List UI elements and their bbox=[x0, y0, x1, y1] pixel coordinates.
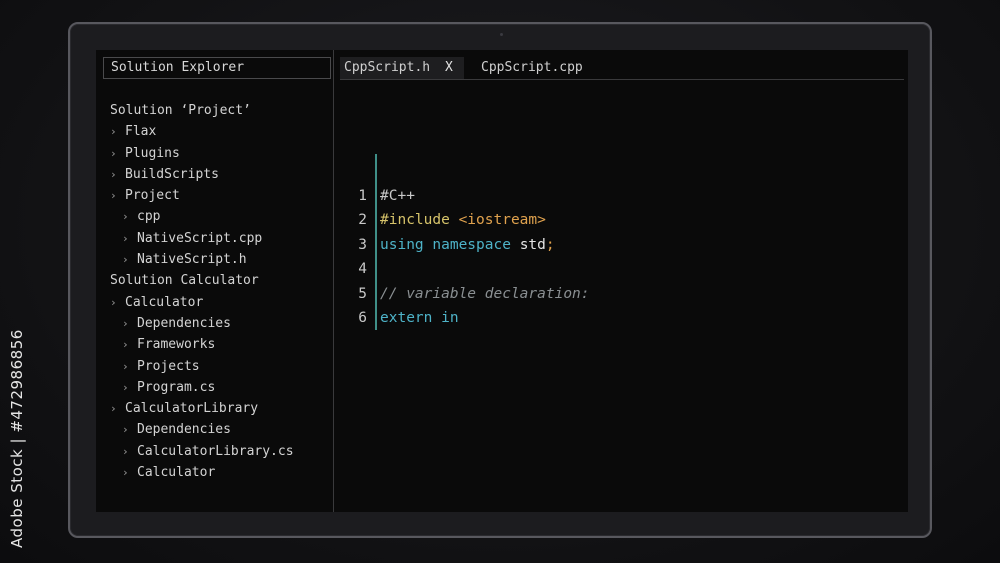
webcam-dot bbox=[500, 33, 503, 36]
chevron-right-icon[interactable]: › bbox=[122, 377, 137, 398]
code-area[interactable]: 1 #C++ 2 #include <iostream> 3 using namespac… bbox=[340, 184, 900, 330]
tree-item[interactable]: › CalculatorLibrary bbox=[110, 398, 334, 419]
tree-item-label: NativeScript.h bbox=[137, 252, 247, 268]
tree-item-label: Calculator bbox=[137, 465, 216, 481]
chevron-right-icon[interactable]: › bbox=[122, 419, 137, 440]
tree-item-label: Calculator bbox=[125, 294, 204, 310]
tab-cppscript-cpp[interactable]: CppScript.cpp bbox=[481, 57, 583, 79]
line-number: 6 bbox=[358, 309, 367, 326]
tree-item[interactable]: Solution Calculator bbox=[110, 270, 334, 291]
solution-explorer-panel: Solution Explorer Solution ‘Project’ › Fla… bbox=[96, 50, 334, 512]
line-number: 2 bbox=[358, 212, 367, 229]
code-token: #C++ bbox=[380, 188, 415, 204]
tree-item-label: Dependencies bbox=[137, 315, 231, 331]
chevron-right-icon[interactable]: › bbox=[110, 185, 125, 206]
tab-cppscript-h[interactable]: CppScript.h X bbox=[340, 57, 464, 79]
stock-id-label: Adobe Stock | #472986856 bbox=[8, 329, 26, 548]
code-text: #include <iostream> bbox=[380, 208, 546, 232]
chevron-right-icon[interactable]: › bbox=[122, 356, 137, 377]
chevron-right-icon[interactable]: › bbox=[122, 313, 137, 334]
code-token: ; bbox=[545, 236, 555, 253]
tree-item[interactable]: › Plugins bbox=[110, 143, 334, 164]
tab-bar: CppScript.h X CppScript.cpp bbox=[340, 57, 904, 80]
code-token: // variable declaration: bbox=[380, 285, 590, 302]
code-editor: CppScript.h X CppScript.cpp 1 #C++ 2 #inclu… bbox=[340, 50, 908, 512]
tree-item-label: Solution Calculator bbox=[110, 273, 259, 289]
chevron-right-icon[interactable]: › bbox=[122, 462, 137, 483]
tree-item[interactable]: › Calculator bbox=[110, 462, 334, 483]
close-tab-icon[interactable]: X bbox=[445, 57, 453, 79]
chevron-right-icon[interactable]: › bbox=[110, 398, 125, 419]
line-number: 5 bbox=[358, 285, 367, 302]
chevron-right-icon[interactable]: › bbox=[122, 249, 137, 270]
tree-item-label: CalculatorLibrary bbox=[125, 401, 259, 417]
tree-item[interactable]: › Frameworks bbox=[110, 334, 334, 355]
code-line: 6 extern in bbox=[340, 306, 900, 330]
background: Solution Explorer Solution ‘Project’ › Fla… bbox=[0, 0, 1000, 563]
solution-explorer-title: Solution Explorer bbox=[103, 57, 331, 79]
ide-window: Solution Explorer Solution ‘Project’ › Fla… bbox=[96, 50, 908, 512]
tree-item[interactable]: › Flax bbox=[110, 121, 334, 142]
chevron-right-icon[interactable]: › bbox=[122, 334, 137, 355]
tree-item[interactable]: Solution ‘Project’ bbox=[110, 100, 334, 121]
line-number: 4 bbox=[358, 261, 367, 278]
tab-label: CppScript.h bbox=[344, 60, 431, 75]
tree-item-label: Dependencies bbox=[137, 422, 231, 438]
code-token: std bbox=[519, 236, 546, 253]
code-line: 4 bbox=[340, 257, 900, 281]
solution-tree: Solution ‘Project’ › Flax › Plugins › BuildScr… bbox=[110, 100, 334, 483]
code-line: 2 #include <iostream> bbox=[340, 208, 900, 232]
tree-item-label: Program.cs bbox=[137, 379, 216, 395]
code-token: #include bbox=[380, 212, 459, 229]
code-token: extern in bbox=[380, 309, 459, 326]
tree-item-label: NativeScript.cpp bbox=[137, 230, 263, 246]
line-number: 3 bbox=[358, 236, 367, 253]
tree-item[interactable]: › NativeScript.cpp bbox=[110, 228, 334, 249]
tree-item-label: Solution ‘Project’ bbox=[110, 103, 251, 118]
chevron-right-icon[interactable]: › bbox=[122, 206, 137, 227]
code-line: 5 // variable declaration: bbox=[340, 282, 900, 306]
code-line: 1 #C++ bbox=[340, 184, 900, 208]
code-token: using namespace bbox=[380, 236, 520, 253]
tree-item[interactable]: › Dependencies bbox=[110, 313, 334, 334]
tree-item-label: Flax bbox=[125, 124, 157, 140]
tree-item-label: Frameworks bbox=[137, 337, 216, 353]
code-text: // variable declaration: bbox=[380, 282, 590, 306]
chevron-right-icon[interactable]: › bbox=[110, 121, 125, 142]
code-token: <iostream> bbox=[458, 212, 546, 229]
tree-item[interactable]: › Calculator bbox=[110, 292, 334, 313]
tree-item-label: cpp bbox=[137, 209, 161, 225]
code-line: 3 using namespace std; bbox=[340, 233, 900, 257]
chevron-right-icon[interactable]: › bbox=[122, 228, 137, 249]
chevron-right-icon[interactable]: › bbox=[110, 164, 125, 185]
tree-item[interactable]: › Project bbox=[110, 185, 334, 206]
tree-item[interactable]: › NativeScript.h bbox=[110, 249, 334, 270]
tree-item[interactable]: › BuildScripts bbox=[110, 164, 334, 185]
tree-item[interactable]: › Dependencies bbox=[110, 419, 334, 440]
line-number: 1 bbox=[358, 188, 367, 204]
chevron-right-icon[interactable]: › bbox=[110, 292, 125, 313]
tree-item-label: BuildScripts bbox=[125, 166, 219, 182]
tree-item-label: Project bbox=[125, 188, 180, 204]
chevron-right-icon[interactable]: › bbox=[110, 143, 125, 164]
tree-item[interactable]: › CalculatorLibrary.cs bbox=[110, 441, 334, 462]
code-text: using namespace std; bbox=[380, 233, 555, 257]
tree-item-label: Projects bbox=[137, 358, 200, 374]
code-text: #C++ bbox=[380, 184, 415, 208]
tree-item-label: Plugins bbox=[125, 145, 180, 161]
laptop-frame: Solution Explorer Solution ‘Project’ › Fla… bbox=[68, 22, 932, 538]
tree-item[interactable]: › Projects bbox=[110, 356, 334, 377]
tree-item-label: CalculatorLibrary.cs bbox=[137, 443, 294, 459]
code-text: extern in bbox=[380, 306, 459, 330]
tree-item[interactable]: › Program.cs bbox=[110, 377, 334, 398]
tree-item[interactable]: › cpp bbox=[110, 206, 334, 227]
chevron-right-icon[interactable]: › bbox=[122, 441, 137, 462]
